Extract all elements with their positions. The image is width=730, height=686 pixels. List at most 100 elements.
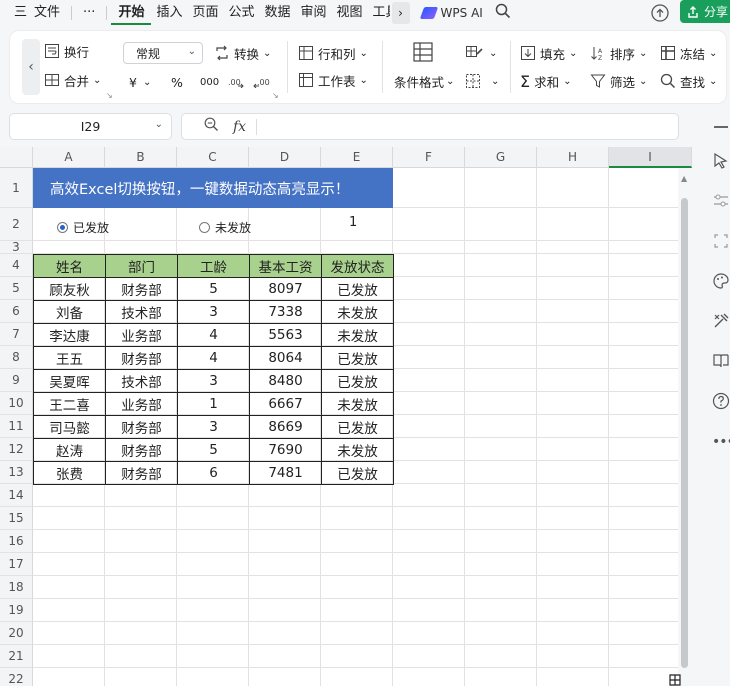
more-options-icon[interactable]: ••• xyxy=(712,434,730,452)
cell-tenure[interactable]: 6 xyxy=(177,461,250,485)
minimize-panel-icon[interactable] xyxy=(714,126,728,128)
row-header-2[interactable]: 2 xyxy=(0,208,33,241)
cell-dept[interactable]: 财务部 xyxy=(105,461,178,485)
cell-status[interactable]: 已发放 xyxy=(321,346,394,370)
column-header-g[interactable]: G xyxy=(465,147,537,168)
row-header-22[interactable]: 22 xyxy=(0,668,33,686)
cell-dept[interactable]: 财务部 xyxy=(105,415,178,439)
cell-salary[interactable]: 7338 xyxy=(249,300,322,324)
select-all-corner[interactable] xyxy=(0,147,33,168)
conditional-format-button[interactable]: 条件格式 ⌄ xyxy=(394,70,454,92)
header-name[interactable]: 姓名 xyxy=(33,254,106,278)
row-header-14[interactable]: 14 xyxy=(0,484,33,507)
fill-button[interactable]: 填充 ⌄ xyxy=(520,42,577,64)
help-icon[interactable] xyxy=(712,392,730,410)
palette-icon[interactable] xyxy=(712,272,730,290)
cell-name[interactable]: 司马懿 xyxy=(33,415,106,439)
cell-salary[interactable]: 5563 xyxy=(249,323,322,347)
cell-name[interactable]: 王五 xyxy=(33,346,106,370)
column-header-h[interactable]: H xyxy=(537,147,609,168)
select-pointer-icon[interactable] xyxy=(712,152,730,170)
cell-salary[interactable]: 7481 xyxy=(249,461,322,485)
dialog-launcher-icon[interactable]: ↘ xyxy=(106,91,113,100)
row-header-20[interactable]: 20 xyxy=(0,622,33,645)
settings-sliders-icon[interactable] xyxy=(712,192,730,210)
spreadsheet-grid[interactable]: A B C D E F G H I 1 2 3 4 5 6 7 8 9 10 1… xyxy=(0,147,692,686)
row-header-16[interactable]: 16 xyxy=(0,530,33,553)
borders-button[interactable]: ⌄ xyxy=(465,70,499,92)
cell-name[interactable]: 吴夏晖 xyxy=(33,369,106,393)
tab-view[interactable]: 视图 xyxy=(332,1,368,25)
column-header-a[interactable]: A xyxy=(33,147,105,168)
thousands-separator-button[interactable]: 000 xyxy=(200,71,219,93)
decrease-decimal-button[interactable]: .00 xyxy=(253,71,275,93)
menu-file[interactable]: 文件 xyxy=(34,1,67,25)
scrollbar-thumb[interactable] xyxy=(681,198,688,668)
cell-dept[interactable]: 技术部 xyxy=(105,369,178,393)
cell-tenure[interactable]: 1 xyxy=(177,392,250,416)
cell-status[interactable]: 已发放 xyxy=(321,369,394,393)
find-button[interactable]: 查找 ⌄ xyxy=(660,70,717,92)
tab-tools[interactable]: 工具 xyxy=(368,1,390,25)
increase-decimal-button[interactable]: .00 xyxy=(228,71,248,93)
row-header-13[interactable]: 13 xyxy=(0,461,33,484)
formula-bar[interactable]: fx xyxy=(181,113,679,140)
row-header-5[interactable]: 5 xyxy=(0,277,33,300)
column-header-d[interactable]: D xyxy=(249,147,321,168)
percent-button[interactable]: % xyxy=(171,71,183,93)
header-salary[interactable]: 基本工资 xyxy=(249,254,322,278)
wrap-text-button[interactable]: 换行 xyxy=(44,40,89,62)
column-header-f[interactable]: F xyxy=(393,147,465,168)
tools-icon[interactable] xyxy=(712,312,730,330)
cell-salary[interactable]: 7690 xyxy=(249,438,322,462)
rows-cols-button[interactable]: 行和列 ⌄ xyxy=(298,42,368,64)
ribbon-scroll-left-button[interactable]: ‹ xyxy=(22,39,40,95)
cell-tenure[interactable]: 5 xyxy=(177,438,250,462)
cell-tenure[interactable]: 3 xyxy=(177,300,250,324)
column-header-i[interactable]: I xyxy=(609,147,692,168)
tab-data[interactable]: 数据 xyxy=(260,1,296,25)
row-header-18[interactable]: 18 xyxy=(0,576,33,599)
merge-button[interactable]: 合并 ⌄ xyxy=(44,69,101,91)
frame-icon[interactable] xyxy=(712,232,730,250)
formula-input[interactable] xyxy=(257,114,678,139)
cell-status[interactable]: 已发放 xyxy=(321,415,394,439)
column-header-c[interactable]: C xyxy=(177,147,249,168)
cell-tenure[interactable]: 5 xyxy=(177,277,250,301)
cell-tenure[interactable]: 4 xyxy=(177,323,250,347)
row-header-12[interactable]: 12 xyxy=(0,438,33,461)
cell-salary[interactable]: 8669 xyxy=(249,415,322,439)
freeze-button[interactable]: 冻结 ⌄ xyxy=(660,42,717,64)
share-button[interactable]: 分享 xyxy=(680,0,730,23)
cell-tenure[interactable]: 3 xyxy=(177,415,250,439)
row-header-7[interactable]: 7 xyxy=(0,323,33,346)
cell-dept[interactable]: 业务部 xyxy=(105,392,178,416)
row-header-19[interactable]: 19 xyxy=(0,599,33,622)
sum-button[interactable]: Σ 求和 ⌄ xyxy=(520,70,572,92)
column-header-b[interactable]: B xyxy=(105,147,177,168)
cell-tenure[interactable]: 4 xyxy=(177,346,250,370)
cell-status[interactable]: 未发放 xyxy=(321,300,394,324)
cell-name[interactable]: 顾友秋 xyxy=(33,277,106,301)
radio-unpaid[interactable]: 未发放 xyxy=(199,219,251,236)
cloud-upload-icon[interactable] xyxy=(650,3,670,23)
cell-tenure[interactable]: 3 xyxy=(177,369,250,393)
cell-name[interactable]: 刘备 xyxy=(33,300,106,324)
cell-status[interactable]: 未发放 xyxy=(321,392,394,416)
row-header-9[interactable]: 9 xyxy=(0,369,33,392)
cell-name[interactable]: 王二喜 xyxy=(33,392,106,416)
worksheet-button[interactable]: 工作表 ⌄ xyxy=(298,69,368,91)
cell-status[interactable]: 已发放 xyxy=(321,277,394,301)
cell-dept[interactable]: 财务部 xyxy=(105,438,178,462)
row-header-4[interactable]: 4 xyxy=(0,254,33,277)
row-header-1[interactable]: 1 xyxy=(0,168,33,208)
row-header-3[interactable]: 3 xyxy=(0,241,33,254)
wps-ai-button[interactable]: WPS AI xyxy=(419,6,483,20)
row-header-10[interactable]: 10 xyxy=(0,392,33,415)
scroll-up-icon[interactable]: ▲ xyxy=(681,174,687,183)
radio-paid[interactable]: 已发放 xyxy=(57,219,109,236)
row-header-6[interactable]: 6 xyxy=(0,300,33,323)
cell-name[interactable]: 李达康 xyxy=(33,323,106,347)
cell-dept[interactable]: 技术部 xyxy=(105,300,178,324)
cell-salary[interactable]: 8064 xyxy=(249,346,322,370)
